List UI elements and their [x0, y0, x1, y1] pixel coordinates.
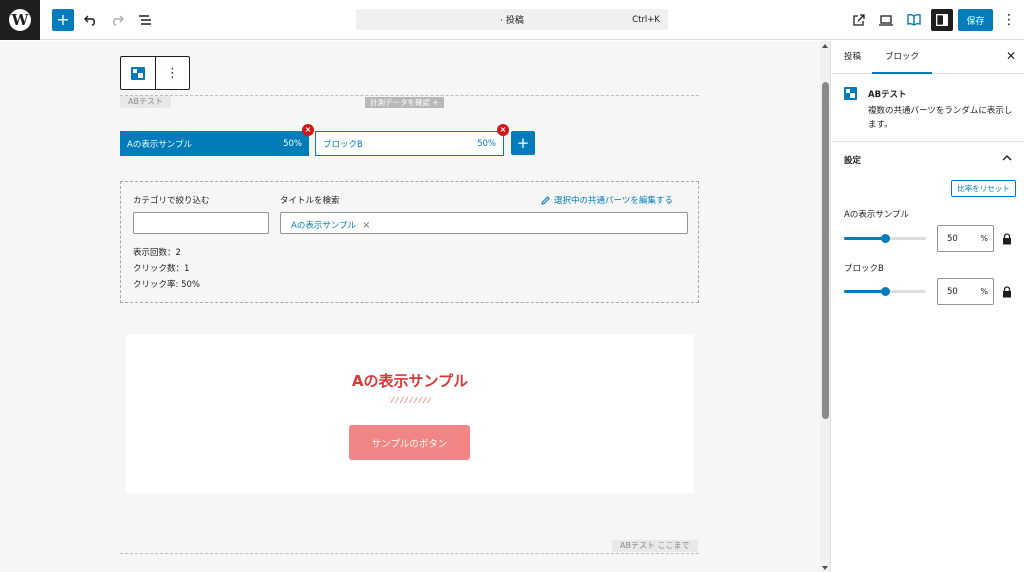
ab-block-end-label: ABテスト ここまで [612, 540, 698, 552]
undo-button[interactable] [82, 11, 100, 29]
variant-tab-a[interactable]: Aの表示サンプル 50% [120, 131, 309, 156]
lock-icon[interactable] [1002, 286, 1012, 298]
category-filter-label: カテゴリで絞り込む [133, 196, 210, 206]
variant-tab-percent: 50% [283, 138, 302, 149]
selected-part-label: Aの表示サンプル [291, 221, 357, 231]
chevron-up-icon[interactable] [1002, 153, 1012, 163]
block-description: 複数の共通パーツをランダムに表示します。 [868, 106, 1013, 130]
preview-button[interactable] [876, 10, 896, 30]
command-palette-bar[interactable]: · 投稿 Ctrl+K [356, 9, 668, 30]
settings-sidebar-toggle[interactable] [931, 9, 953, 31]
pencil-icon [541, 195, 550, 205]
add-variant-button[interactable]: + [511, 131, 535, 155]
sample-button[interactable]: サンプルのボタン [349, 425, 470, 460]
slider-b-label: ブロックB [844, 264, 884, 274]
view-post-button[interactable] [848, 10, 868, 30]
undo-icon [84, 15, 95, 26]
top-toolbar: W + · 投稿 Ctrl+K 保存 ⋮ [0, 0, 1024, 40]
editor-canvas: ⋮ ABテスト 計測データを確認 + Aの表示サンプル 50% × ブロックB … [0, 41, 820, 572]
preview-heading: Aの表示サンプル [351, 372, 469, 390]
title-search-label: タイトルを検索 [280, 196, 340, 206]
ab-test-icon [844, 87, 857, 100]
edit-parts-link[interactable]: 選択中の共通パーツを編集する [541, 194, 673, 206]
settings-panel-title[interactable]: 設定 [844, 154, 861, 166]
ratio-value: 50 [947, 287, 958, 297]
ratio-input-a[interactable]: 50 % [937, 225, 994, 252]
ratio-unit: % [980, 234, 988, 243]
sidebar-tabs: 投稿 ブロック ✕ [832, 41, 1024, 74]
external-link-icon [852, 13, 865, 26]
block-top-border [120, 95, 699, 96]
views-stat: 表示回数：2 [133, 248, 181, 258]
ab-block-label: ABテスト [120, 96, 171, 108]
redo-icon [113, 15, 124, 26]
options-menu-button[interactable]: ⋮ [1002, 11, 1016, 29]
ctr-stat: クリック率: 50% [133, 280, 200, 290]
tab-post[interactable]: 投稿 [844, 41, 861, 74]
block-options-button[interactable]: ⋮ [154, 57, 189, 89]
desktop-icon [879, 14, 893, 26]
sidebar-icon [936, 14, 948, 26]
block-title: ABテスト [868, 90, 907, 100]
remove-tag-icon[interactable]: × [362, 220, 370, 231]
scroll-up-arrow-icon[interactable] [822, 44, 828, 48]
lock-icon[interactable] [1002, 233, 1012, 245]
block-type-button[interactable] [121, 57, 155, 89]
scroll-thumb[interactable] [822, 82, 829, 419]
document-overview-button[interactable] [136, 11, 154, 29]
close-sidebar-button[interactable]: ✕ [1004, 49, 1018, 65]
slider-thumb[interactable] [880, 287, 890, 296]
heading-decoration [389, 397, 431, 403]
block-bottom-border [120, 553, 699, 554]
patterns-button[interactable] [904, 10, 924, 30]
wordpress-logo-icon: W [9, 9, 31, 31]
remove-variant-a-button[interactable]: × [302, 124, 314, 136]
canvas-scrollbar[interactable] [820, 41, 831, 572]
redo-button[interactable] [108, 11, 126, 29]
list-view-icon [139, 15, 151, 25]
block-toolbar: ⋮ [120, 56, 190, 90]
scroll-down-arrow-icon[interactable] [822, 566, 828, 570]
block-card: ABテスト 複数の共通パーツをランダムに表示します。 [832, 74, 1024, 142]
variant-tab-b[interactable]: ブロックB 50% [315, 131, 504, 156]
settings-sidebar: 投稿 ブロック ✕ ABテスト 複数の共通パーツをランダムに表示します。 設定 … [832, 41, 1024, 572]
slider-fill [844, 290, 885, 293]
slider-thumb[interactable] [880, 234, 890, 243]
selected-part-tag: Aの表示サンプル × [291, 219, 370, 232]
clicks-stat: クリック数：1 [133, 264, 190, 274]
tab-block[interactable]: ブロック [872, 41, 933, 74]
ratio-input-b[interactable]: 50 % [937, 278, 994, 305]
edit-parts-link-text: 選択中の共通パーツを編集する [554, 196, 673, 206]
shortcut-hint: Ctrl+K [632, 14, 660, 25]
ratio-slider-a[interactable] [844, 234, 926, 243]
book-icon [907, 14, 921, 26]
measure-data-button[interactable]: 計測データを確認 + [365, 97, 444, 108]
add-block-button[interactable]: + [52, 9, 74, 31]
ratio-slider-b[interactable] [844, 287, 926, 296]
variant-preview[interactable]: Aの表示サンプル サンプルのボタン [126, 334, 694, 493]
category-filter-input[interactable] [133, 212, 269, 234]
more-vertical-icon: ⋮ [165, 65, 179, 81]
variant-settings-panel: カテゴリで絞り込む タイトルを検索 選択中の共通パーツを編集する Aの表示サンプ… [120, 181, 699, 303]
remove-variant-b-button[interactable]: × [497, 124, 509, 136]
save-button[interactable]: 保存 [958, 9, 993, 31]
reset-ratio-button[interactable]: 比率をリセット [951, 180, 1016, 197]
variant-tab-label: Aの表示サンプル [127, 139, 193, 150]
slider-a-label: Aの表示サンプル [844, 210, 910, 220]
wordpress-logo-button[interactable]: W [0, 0, 40, 40]
variant-tab-percent: 50% [477, 138, 496, 149]
ab-test-icon [130, 66, 145, 80]
ratio-unit: % [980, 287, 988, 296]
document-title: · 投稿 [500, 16, 524, 26]
slider-fill [844, 237, 885, 240]
variant-tab-label: ブロックB [323, 139, 363, 150]
title-search-input[interactable]: Aの表示サンプル × [280, 212, 688, 234]
ratio-value: 50 [947, 234, 958, 244]
